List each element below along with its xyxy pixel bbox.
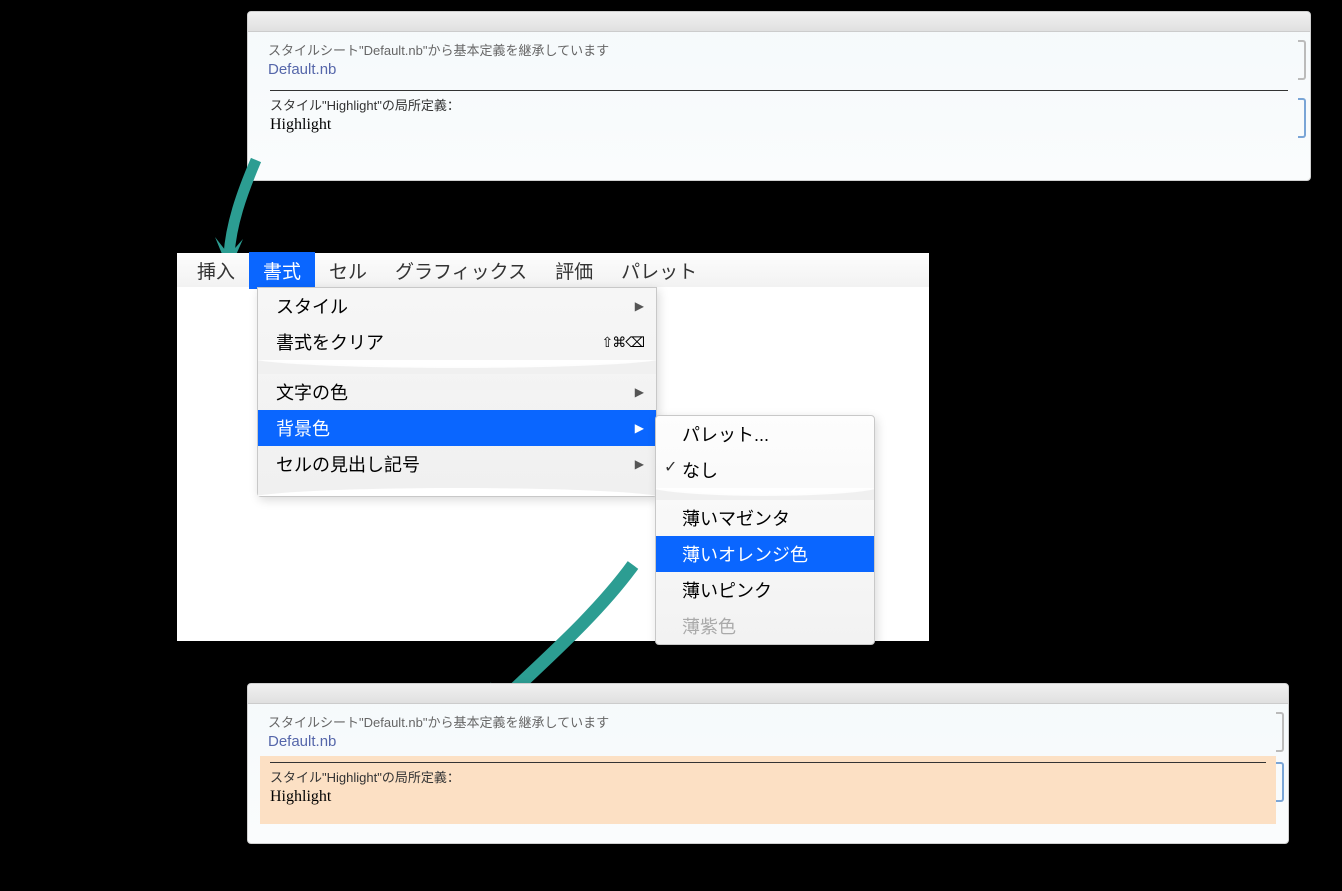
chevron-right-icon: ▶ [635,421,644,435]
dropdown-label: 書式をクリア [276,329,384,355]
style-name-text: Highlight [270,116,1288,134]
menu-palettes[interactable]: パレット [607,252,711,289]
menu-tear-icon [258,360,656,374]
submenu-label: 薄紫色 [682,617,736,637]
dropdown-label: スタイル [276,293,348,319]
submenu-label: なし [682,461,718,481]
menu-insert[interactable]: 挿入 [183,252,249,289]
chevron-right-icon: ▶ [635,457,644,471]
dropdown-cell-dingbat[interactable]: セルの見出し記号 ▶ [258,446,656,482]
inheritance-text: スタイルシート"Default.nb"から基本定義を継承しています [248,32,1310,61]
style-definition-label: スタイル"Highlight"の局所定義： [270,90,1288,114]
dropdown-label: 文字の色 [276,379,348,405]
menu-tear-icon [656,488,874,500]
style-definition-label: スタイル"Highlight"の局所定義： [270,762,1266,786]
cell-bracket[interactable] [1298,98,1306,138]
submenu-none[interactable]: ✓ なし [656,452,874,488]
check-icon: ✓ [664,457,677,477]
dropdown-label: セルの見出し記号 [276,451,420,477]
submenu-label: 薄いマゼンタ [682,509,790,529]
cell-bracket[interactable] [1298,40,1306,80]
style-name-text: Highlight [270,788,1266,806]
default-stylesheet-link[interactable]: Default.nb [248,733,1288,754]
cell-bracket[interactable] [1276,712,1284,752]
submenu-label: 薄いオレンジ色 [682,545,808,565]
chevron-right-icon: ▶ [635,385,644,399]
style-definition-cell[interactable]: スタイル"Highlight"の局所定義： Highlight [260,756,1276,824]
submenu-light-magenta[interactable]: 薄いマゼンタ [656,500,874,536]
titlebar[interactable] [248,12,1310,32]
stylesheet-panel-before: スタイルシート"Default.nb"から基本定義を継承しています Defaul… [247,11,1311,181]
submenu-light-pink[interactable]: 薄いピンク [656,572,874,608]
menubar: 挿入 書式 セル グラフィックス 評価 パレット [177,253,929,287]
menu-format[interactable]: 書式 [249,252,315,289]
menu-cell[interactable]: セル [315,252,381,289]
dropdown-background-color[interactable]: 背景色 ▶ [258,410,656,446]
submenu-light-orange[interactable]: 薄いオレンジ色 [656,536,874,572]
background-color-submenu: パレット... ✓ なし 薄いマゼンタ 薄いオレンジ色 薄いピンク 薄紫色 [655,415,875,645]
dropdown-style[interactable]: スタイル ▶ [258,288,656,324]
format-dropdown: スタイル ▶ 書式をクリア ⇧⌘⌫ 文字の色 ▶ 背景色 ▶ セルの見出し記号 … [257,287,657,497]
submenu-light-purple[interactable]: 薄紫色 [656,608,874,644]
menu-graphics[interactable]: グラフィックス [381,252,541,289]
menu-evaluation[interactable]: 評価 [541,252,607,289]
dropdown-text-color[interactable]: 文字の色 ▶ [258,374,656,410]
inheritance-text: スタイルシート"Default.nb"から基本定義を継承しています [248,704,1288,733]
submenu-label: パレット... [682,425,769,445]
style-definition-cell[interactable]: スタイル"Highlight"の局所定義： Highlight [260,84,1298,152]
menu-screenshot: 挿入 書式 セル グラフィックス 評価 パレット スタイル ▶ 書式をクリア ⇧… [177,253,929,641]
keyboard-shortcut: ⇧⌘⌫ [601,334,644,351]
stylesheet-panel-after: スタイルシート"Default.nb"から基本定義を継承しています Defaul… [247,683,1289,844]
submenu-palette[interactable]: パレット... [656,416,874,452]
titlebar[interactable] [248,684,1288,704]
dropdown-label: 背景色 [276,415,330,441]
dropdown-clear-format[interactable]: 書式をクリア ⇧⌘⌫ [258,324,656,360]
chevron-right-icon: ▶ [635,299,644,313]
cell-bracket[interactable] [1276,762,1284,802]
menu-tear-icon [258,482,656,496]
default-stylesheet-link[interactable]: Default.nb [248,61,1310,82]
submenu-label: 薄いピンク [682,581,772,601]
